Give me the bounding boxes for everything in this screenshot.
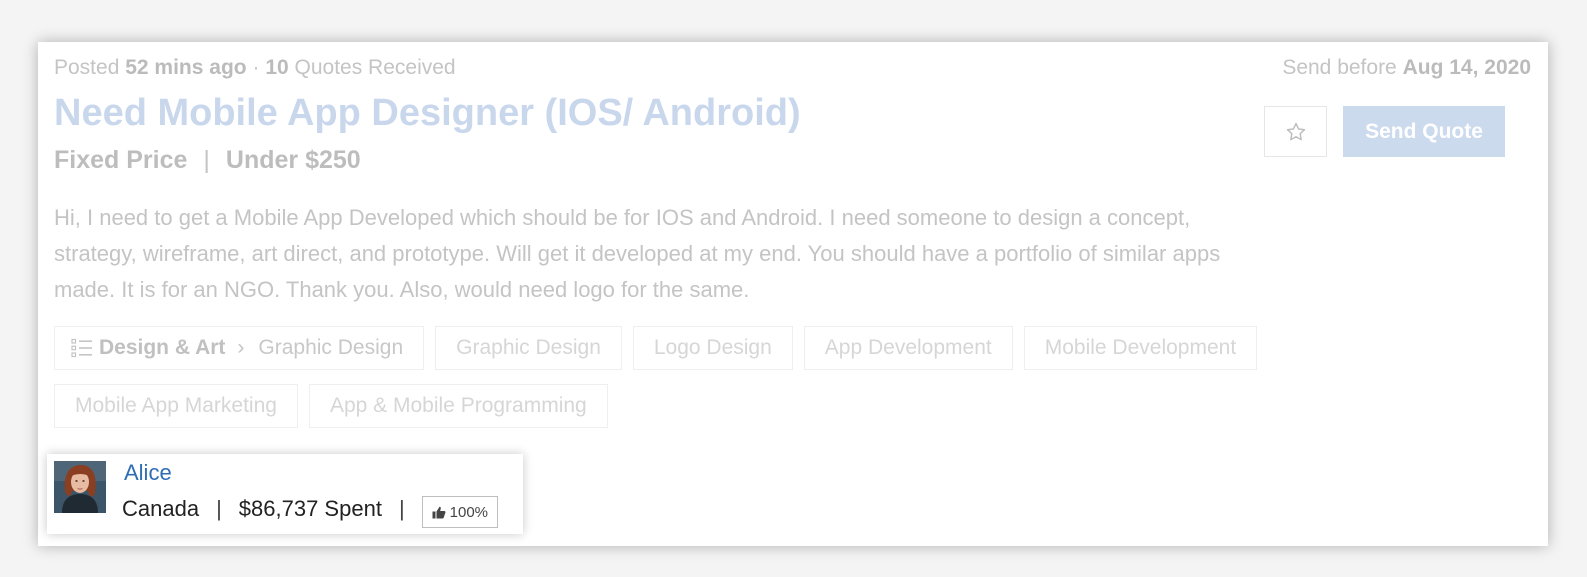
job-price: Fixed Price | Under $250	[54, 146, 361, 175]
deadline: Send before Aug 14, 2020	[1282, 56, 1531, 80]
price-separator: |	[203, 146, 210, 174]
job-description: Hi, I need to get a Mobile App Developed…	[54, 205, 1221, 302]
skill-tag[interactable]: Logo Design	[632, 326, 793, 370]
price-range: Under $250	[225, 146, 361, 174]
chevron-right-icon: ›	[237, 336, 245, 359]
client-card: Alice Canada | $86,737 Spent | 100%	[47, 454, 523, 534]
quotes-label: Quotes Received	[294, 56, 456, 79]
job-meta: Posted 52 mins ago · 10 Quotes Received	[54, 56, 456, 80]
avatar-image	[54, 461, 106, 513]
skill-tag[interactable]: App Development	[803, 326, 1013, 370]
posted-time: 52 mins ago	[125, 56, 247, 79]
tag-list: Design & Art › Graphic Design Graphic De…	[54, 326, 1274, 428]
category-main: Design & Art	[99, 336, 226, 359]
avatar[interactable]	[54, 461, 106, 513]
deadline-date: Aug 14, 2020	[1402, 56, 1531, 79]
client-name[interactable]: Alice	[124, 460, 172, 486]
rating-value: 100%	[449, 503, 489, 521]
list-icon	[71, 338, 92, 358]
skill-tag[interactable]: Mobile App Marketing	[54, 384, 298, 428]
rating-badge: 100%	[421, 496, 499, 528]
quotes-count: 10	[265, 56, 289, 79]
job-title[interactable]: Need Mobile App Designer (IOS/ Android)	[54, 92, 801, 135]
skill-tag[interactable]: Graphic Design	[435, 326, 622, 370]
posted-label: Posted	[54, 56, 120, 79]
client-country: Canada	[122, 496, 200, 521]
info-separator: |	[216, 496, 222, 521]
category-breadcrumb[interactable]: Design & Art › Graphic Design	[54, 326, 425, 370]
client-spent: $86,737 Spent	[238, 496, 382, 521]
price-type: Fixed Price	[54, 146, 188, 174]
category-sub: Graphic Design	[258, 336, 404, 359]
skill-tag[interactable]: App & Mobile Programming	[308, 384, 608, 428]
thumbs-up-icon	[432, 506, 446, 518]
meta-dot: ·	[252, 56, 260, 79]
favorite-button[interactable]	[1264, 106, 1327, 157]
star-outline-icon	[1286, 122, 1305, 140]
deadline-label: Send before	[1282, 56, 1397, 79]
skill-tag[interactable]: Mobile Development	[1023, 326, 1258, 370]
client-info: Canada | $86,737 Spent | 100%	[122, 490, 499, 528]
info-separator: |	[398, 496, 405, 521]
send-quote-button[interactable]: Send Quote	[1343, 106, 1505, 157]
